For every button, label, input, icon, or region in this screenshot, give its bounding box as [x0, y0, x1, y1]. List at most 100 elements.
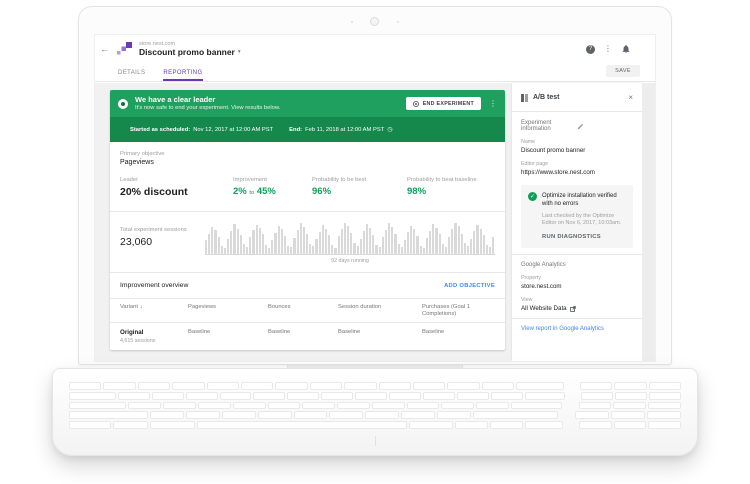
sparkline-bar: [476, 225, 478, 254]
sparkline-bar: [249, 237, 251, 254]
keyboard-key: [511, 402, 562, 410]
experiment-title-dropdown[interactable]: Discount promo banner ▾: [139, 47, 241, 57]
column-variant[interactable]: Variant↓: [120, 304, 188, 311]
chevron-down-icon: ▾: [238, 49, 241, 55]
sessions-section: Total experiment sessions 23,060 92 days…: [110, 212, 505, 273]
keyboard-key: [401, 411, 435, 419]
keyboard-key: [150, 411, 184, 419]
sparkline-caption: 92 days running: [205, 258, 495, 264]
cell-pageviews: Baseline: [188, 329, 268, 335]
keyboard-key: [614, 382, 646, 390]
sparkline-bar: [366, 224, 368, 254]
banner-overflow-icon[interactable]: ⋮: [489, 99, 497, 108]
external-link-icon[interactable]: [570, 306, 576, 312]
scrollbar-track[interactable]: [642, 83, 655, 361]
keyboard-key: [103, 382, 135, 390]
sparkline-bar: [208, 234, 210, 254]
primary-objective-label: Primary objective: [120, 151, 495, 157]
keyboard-key: [197, 421, 407, 429]
keyboard-key: [329, 411, 363, 419]
started-value: Nov 12, 2017 at 12:00 AM PST: [193, 127, 273, 133]
sparkline-bar: [252, 230, 254, 254]
sparkline-bar: [284, 236, 286, 254]
help-icon[interactable]: ?: [586, 45, 595, 54]
keyboard-key: [172, 382, 204, 390]
sessions-sparkline: [205, 220, 495, 255]
ab-test-sidebar: A/B test × Experiment information Name D…: [512, 83, 642, 361]
experiment-info-row: Experiment information: [521, 120, 633, 132]
divider: [512, 254, 642, 255]
keyboard-key: [207, 382, 239, 390]
edit-pencil-icon[interactable]: [577, 123, 633, 130]
view-report-link[interactable]: View report in Google Analytics: [521, 326, 633, 332]
sparkline-bar: [274, 233, 276, 254]
header-icons: ? ⋮: [586, 44, 631, 54]
keyboard-key: [476, 402, 509, 410]
sparkline-bar: [205, 240, 207, 254]
end-experiment-button[interactable]: END EXPERIMENT: [406, 97, 481, 110]
sparkline-bar: [467, 246, 469, 254]
notifications-bell-icon[interactable]: [621, 44, 631, 54]
sparkline-bar: [464, 243, 466, 254]
editor-page-field: Editor page https://www.store.nest.com: [521, 161, 633, 176]
keyboard-key: [337, 402, 370, 410]
sparkline-bar: [271, 240, 273, 254]
keyboard-key: [413, 382, 445, 390]
sparkline-bar: [394, 234, 396, 254]
end-label: End:: [289, 127, 302, 133]
sessions-label: Total experiment sessions: [120, 227, 187, 233]
sparkline-bar: [281, 229, 283, 254]
sparkline-bar: [407, 232, 409, 254]
cell-bounces: Baseline: [268, 329, 338, 335]
keyboard-key: [275, 382, 307, 390]
variant-cell: Original 4,615 sessions: [120, 329, 188, 344]
tab-reporting[interactable]: REPORTING: [163, 70, 202, 81]
sparkline-bar: [331, 245, 333, 254]
keyboard-key: [222, 411, 256, 419]
metric-label: Leader: [120, 177, 233, 183]
metric-value: 98%: [407, 186, 495, 197]
keyboard-key: [69, 402, 126, 410]
sparkline-bar: [375, 245, 377, 254]
keyboard-key: [581, 392, 613, 400]
sparkline-bar: [369, 228, 371, 254]
back-arrow-icon[interactable]: ←: [100, 44, 109, 54]
sparkline-bar: [473, 231, 475, 254]
overflow-menu-icon[interactable]: ⋮: [604, 45, 612, 53]
cell-session-duration: Baseline: [338, 329, 422, 335]
clock-icon: ◷: [387, 126, 392, 133]
sparkline-bar: [353, 243, 355, 254]
metric-label: Improvement: [233, 177, 312, 183]
keyboard-key: [138, 382, 170, 390]
sparkline-bar: [382, 237, 384, 254]
overview-title: Improvement overview: [120, 282, 444, 289]
keyboard-key: [647, 411, 681, 419]
keyboard-key: [615, 392, 647, 400]
keyboard-key: [69, 421, 111, 429]
keyboard-key: [579, 402, 612, 410]
overview-header: Improvement overview ADD OBJECTIVE: [110, 273, 505, 298]
banner-title: We have a clear leader: [135, 95, 399, 104]
keyboard-key: [389, 392, 421, 400]
verification-text: Optimize installation verified with no e…: [542, 192, 626, 208]
run-diagnostics-button[interactable]: RUN DIAGNOSTICS: [542, 234, 626, 240]
sparkline-bar: [413, 229, 415, 255]
sparkline-bar: [357, 246, 359, 254]
add-objective-button[interactable]: ADD OBJECTIVE: [444, 283, 495, 289]
sparkline-bar: [347, 226, 349, 254]
webcam-icon: [370, 17, 379, 26]
sparkline-bar: [404, 240, 406, 254]
sparkline-bar: [265, 245, 267, 254]
metric-prob-baseline: Probability to beat baseline 98%: [407, 177, 495, 198]
tab-details[interactable]: DETAILS: [118, 70, 145, 81]
keyboard-key: [198, 402, 231, 410]
view-field: View All Website Data: [521, 297, 633, 312]
sparkline-bar: [338, 236, 340, 254]
keyboard-key: [113, 421, 149, 429]
save-button[interactable]: SAVE: [606, 65, 640, 77]
close-icon[interactable]: ×: [628, 93, 633, 102]
sparkline-bar: [398, 244, 400, 254]
sparkline-bar: [309, 244, 311, 254]
sparkline-bar: [480, 229, 482, 255]
sparkline-bar: [423, 248, 425, 254]
